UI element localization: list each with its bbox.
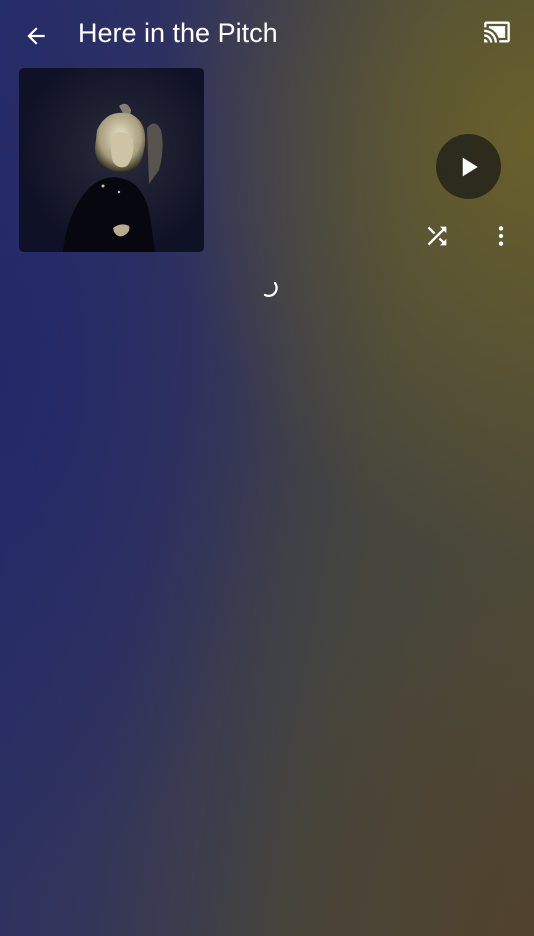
back-button[interactable] bbox=[18, 18, 54, 54]
more-vertical-icon bbox=[498, 226, 504, 246]
more-options-button[interactable] bbox=[486, 220, 516, 252]
arrow-back-icon bbox=[27, 27, 45, 45]
album-cover-image[interactable] bbox=[19, 68, 204, 252]
page-title: Here in the Pitch bbox=[78, 18, 278, 48]
play-icon bbox=[462, 157, 478, 176]
play-button[interactable] bbox=[436, 134, 501, 199]
loading-spinner-icon bbox=[257, 276, 279, 298]
top-app-bar: Here in the Pitch bbox=[0, 0, 534, 68]
playlist-screen: Here in the Pitch bbox=[0, 0, 534, 936]
cast-button[interactable] bbox=[480, 16, 514, 48]
album-cover-photo bbox=[19, 68, 204, 252]
shuffle-button[interactable] bbox=[420, 220, 454, 252]
cast-icon bbox=[484, 21, 510, 43]
shuffle-icon bbox=[427, 226, 447, 246]
